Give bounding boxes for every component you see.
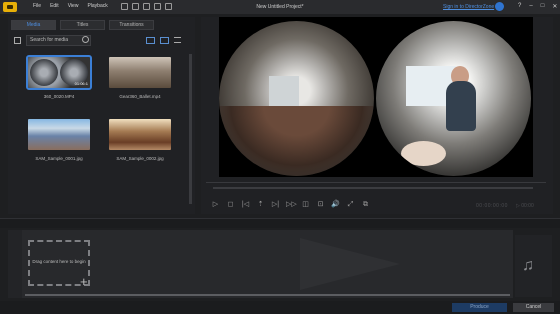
display-icon[interactable]: ⊡	[316, 200, 325, 209]
title-bar: File Edit View Playback New Untitled Pro…	[0, 0, 560, 14]
timecode-display: 00:00:00:00	[476, 203, 508, 209]
produce-button[interactable]: Produce	[452, 303, 507, 312]
media-thumbnail[interactable]: 01:06:1	[26, 55, 92, 90]
music-note-icon: ♫	[522, 257, 534, 274]
media-item-label: SAM_Sample_0002.jpg	[116, 156, 164, 161]
media-item[interactable]: 01:06:1 360_0020.MP4	[26, 55, 92, 99]
tab-transitions[interactable]: Transitions	[109, 20, 154, 30]
import-media-icon[interactable]	[14, 37, 21, 44]
tab-titles[interactable]: Titles	[60, 20, 105, 30]
fisheye-left-image	[219, 21, 374, 176]
track-header	[8, 230, 22, 298]
split-icon[interactable]: ⇡	[256, 200, 265, 209]
fast-forward-icon[interactable]: ▷▷	[286, 200, 297, 209]
minimize-button[interactable]: –	[529, 3, 532, 10]
preview-video[interactable]	[219, 17, 533, 177]
snapshot-icon[interactable]: ◫	[301, 200, 310, 209]
preview-divider	[206, 182, 546, 183]
sort-menu-icon[interactable]	[174, 37, 181, 43]
previous-frame-icon[interactable]: |◁	[241, 200, 250, 209]
user-icon[interactable]	[495, 2, 504, 11]
tab-media[interactable]: Media	[11, 20, 56, 30]
timeline-scrollbar[interactable]	[25, 294, 510, 296]
library-tabs: Media Titles Transitions	[11, 20, 154, 30]
maximize-button[interactable]: □	[541, 3, 545, 10]
duration-badge: 01:06:1	[74, 81, 88, 86]
help-button[interactable]: ?	[518, 3, 521, 10]
timeline-toolbar	[0, 218, 560, 228]
play-icon[interactable]: ▷	[211, 200, 220, 209]
media-thumbnail[interactable]	[109, 119, 171, 150]
timeline-arrow-decoration	[300, 238, 400, 290]
cancel-button[interactable]: Cancel	[513, 303, 554, 312]
media-item[interactable]: SAM_Sample_0001.jpg	[28, 119, 90, 161]
add-icon[interactable]: +	[80, 275, 88, 288]
media-item-label: SAM_Sample_0001.jpg	[35, 156, 83, 161]
media-thumbnail[interactable]	[109, 57, 171, 88]
search-icon[interactable]	[82, 36, 89, 43]
details-view-icon[interactable]	[160, 37, 169, 44]
window-controls: ? – □ ✕	[518, 3, 557, 10]
thumbnail-view-icon[interactable]	[146, 37, 155, 44]
volume-icon[interactable]: 🔊	[331, 200, 340, 209]
fullscreen-icon[interactable]: ⤢	[346, 200, 355, 209]
media-item[interactable]: Gear360_Ballet.mp4	[109, 57, 171, 99]
library-search-row: Search for media	[12, 35, 196, 47]
playback-controls: ▷ ◻ |◁ ⇡ ▷| ▷▷ ◫ ⊡ 🔊 ⤢ ⧉	[211, 200, 370, 209]
media-item-label: Gear360_Ballet.mp4	[119, 94, 161, 99]
media-item[interactable]: SAM_Sample_0002.jpg	[109, 119, 171, 161]
undock-icon[interactable]: ⧉	[361, 200, 370, 209]
library-scrollbar[interactable]	[189, 54, 192, 204]
zoom-display: ▷ 00:00	[516, 203, 534, 209]
sign-in-link[interactable]: Sign in to DirectorZone	[443, 4, 494, 10]
stop-icon[interactable]: ◻	[226, 200, 235, 209]
view-mode-icons	[146, 37, 181, 44]
close-button[interactable]: ✕	[552, 3, 557, 10]
playback-scrubber[interactable]	[213, 187, 533, 189]
fisheye-right-image	[376, 21, 531, 176]
drop-zone-text: Drag content here to begin	[32, 259, 86, 264]
next-frame-icon[interactable]: ▷|	[271, 200, 280, 209]
media-item-label: 360_0020.MP4	[43, 94, 75, 99]
media-thumbnail[interactable]	[28, 119, 90, 150]
